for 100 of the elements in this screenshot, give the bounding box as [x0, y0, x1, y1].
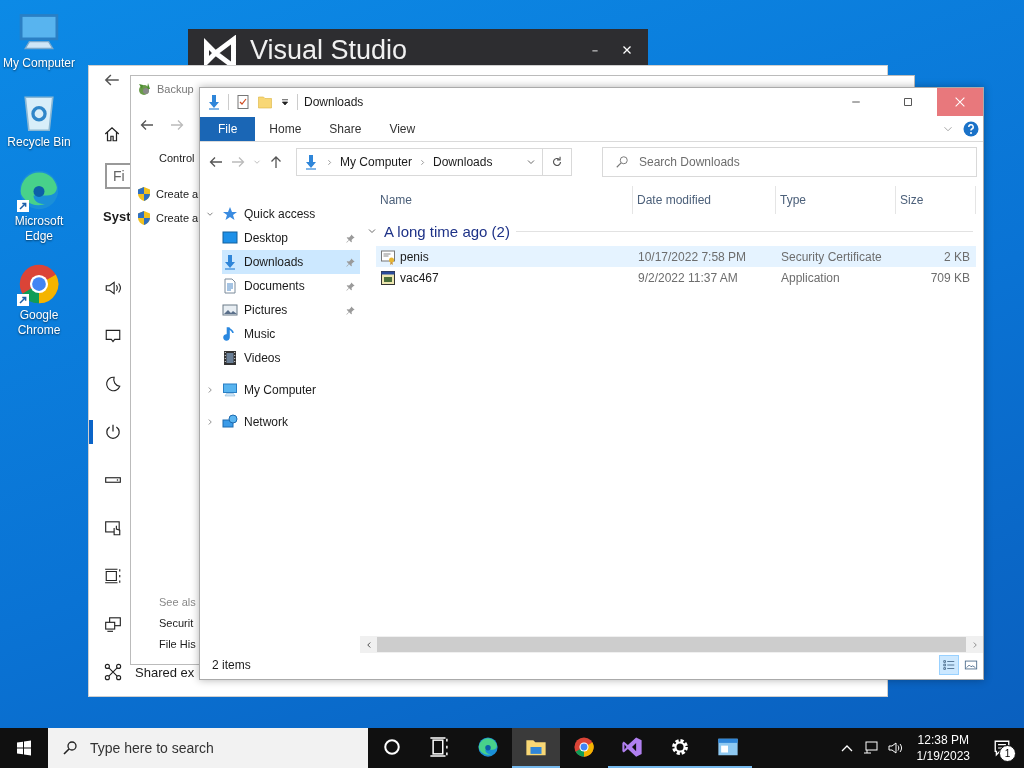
nav-item[interactable]: Network — [200, 410, 360, 434]
column-header[interactable]: Date modified — [633, 186, 776, 214]
edge-browser-icon[interactable] — [17, 168, 61, 212]
refresh-icon[interactable] — [550, 155, 564, 169]
back-arrow-icon[interactable] — [139, 117, 155, 133]
power-icon[interactable] — [104, 423, 122, 441]
size-cell-text: 709 KB — [929, 270, 971, 285]
chrome-browser-icon[interactable] — [17, 262, 61, 306]
search-placeholder: Search Downloads — [639, 155, 740, 169]
videos-icon — [222, 350, 238, 366]
app-window-icon — [717, 736, 739, 758]
file-row[interactable]: penis 10/17/2022 7:58 PM Security Certificate 2 KB — [376, 246, 976, 267]
window-title: Backup — [157, 83, 194, 95]
taskbar-button[interactable] — [512, 728, 560, 768]
see-also-link[interactable]: File His — [159, 638, 196, 650]
file-name: penis — [400, 249, 429, 264]
search-placeholder: Type here to search — [90, 740, 214, 756]
clock[interactable]: 12:38 PM 1/19/2023 — [906, 732, 980, 764]
details-view-button[interactable] — [939, 655, 959, 675]
nav-item[interactable]: Music — [222, 322, 360, 346]
network-icon — [222, 414, 238, 430]
column-header[interactable]: Name — [376, 186, 633, 214]
pictures-icon — [222, 302, 238, 318]
gear-icon — [669, 736, 691, 758]
volume-icon[interactable] — [886, 740, 903, 756]
group-header[interactable]: A long time ago (2) — [384, 222, 510, 240]
help-icon[interactable] — [963, 121, 979, 137]
certificate-icon — [380, 248, 396, 265]
ribbon-tab[interactable]: File — [200, 117, 256, 141]
tablet-icon[interactable] — [104, 519, 122, 537]
desktop-icon-label[interactable]: My Computer — [2, 56, 76, 71]
task-view-icon — [429, 736, 451, 758]
nav-item[interactable]: Desktop — [222, 226, 360, 250]
downloads-icon — [222, 254, 238, 270]
ribbon-tab[interactable]: Home — [255, 117, 316, 141]
sound-icon[interactable] — [104, 279, 122, 297]
download-arrow-icon — [206, 94, 222, 110]
nav-item[interactable]: Pictures — [222, 298, 360, 322]
properties-icon[interactable] — [235, 94, 251, 110]
picture-icon — [964, 658, 978, 672]
application-icon — [380, 269, 396, 286]
nav-item[interactable]: My Computer — [200, 378, 360, 402]
chrome-browser-icon — [573, 736, 595, 758]
nav-item[interactable]: Documents — [222, 274, 360, 298]
task-link[interactable]: Create a — [156, 188, 199, 200]
column-header[interactable]: Size — [896, 186, 976, 214]
ribbon-tab[interactable]: View — [375, 117, 430, 141]
scrollbar-thumb[interactable] — [377, 637, 966, 652]
desktop-icon-label[interactable]: Recycle Bin — [2, 135, 76, 150]
splash-title: Visual Studio — [250, 35, 409, 65]
caret-icon[interactable] — [279, 96, 291, 108]
date-cell-text: 10/17/2022 7:58 PM — [637, 249, 748, 264]
desktop-icon — [222, 230, 238, 246]
network-icon[interactable] — [862, 740, 879, 756]
shared-icon[interactable] — [104, 663, 122, 681]
multitasking-icon[interactable] — [104, 567, 122, 585]
windows-logo-icon — [16, 740, 32, 756]
shield-icon — [136, 210, 152, 226]
chevron-right-icon — [325, 157, 334, 167]
nav-item[interactable]: Downloads — [222, 250, 360, 274]
see-also-link[interactable]: Securit — [159, 617, 194, 629]
chevron-right-icon — [418, 157, 428, 167]
item-count: 2 items — [212, 658, 252, 672]
backup-app-icon — [136, 81, 152, 97]
task-link[interactable]: Create a — [156, 212, 199, 224]
list-icon — [942, 658, 956, 672]
settings-nav-item[interactable]: Shared ex — [135, 664, 195, 680]
projecting-icon[interactable] — [104, 615, 122, 633]
close-icon — [953, 95, 967, 109]
see-also-heading: See als — [159, 596, 196, 608]
column-header[interactable]: Type — [776, 186, 896, 214]
taskbar-search-field[interactable]: Type here to search — [48, 728, 368, 768]
edge-browser-icon — [477, 736, 499, 758]
date-cell-text: 9/2/2022 11:37 AM — [637, 270, 739, 285]
home-icon[interactable] — [103, 125, 121, 144]
search-field[interactable]: Search Downloads — [602, 147, 977, 177]
computer-icon — [222, 382, 238, 398]
back-arrow-icon[interactable] — [208, 154, 224, 170]
notification-button[interactable]: 1 — [980, 728, 1024, 768]
shield-icon — [136, 186, 152, 202]
ribbon-tab[interactable]: Share — [315, 117, 376, 141]
address-bar[interactable]: My Computer Downloads — [296, 148, 572, 176]
notification-badge: 1 — [999, 745, 1016, 762]
search-icon — [62, 740, 78, 756]
breadcrumb[interactable]: My Computer — [340, 155, 413, 169]
desktop-icon-label[interactable]: Google Chrome — [2, 308, 76, 338]
file-row[interactable]: vac467 9/2/2022 11:37 AM Application 709 KB — [376, 267, 976, 288]
visual-studio-icon — [621, 736, 643, 758]
focus-icon[interactable] — [104, 375, 122, 393]
section-heading: Syst — [103, 209, 131, 224]
window-title: Downloads — [304, 95, 365, 109]
breadcrumb-link[interactable]: Control — [159, 152, 195, 164]
desktop-icon-label[interactable]: Microsoft Edge — [2, 214, 76, 244]
nav-item[interactable]: Quick access — [200, 202, 360, 226]
notifications-icon[interactable] — [104, 327, 122, 345]
size-cell-text: 2 KB — [943, 249, 971, 264]
nav-item[interactable]: Videos — [222, 346, 360, 370]
file-name: vac467 — [400, 270, 439, 285]
type-cell-text: Security Certificate — [780, 249, 883, 264]
breadcrumb[interactable]: Downloads — [433, 155, 493, 169]
